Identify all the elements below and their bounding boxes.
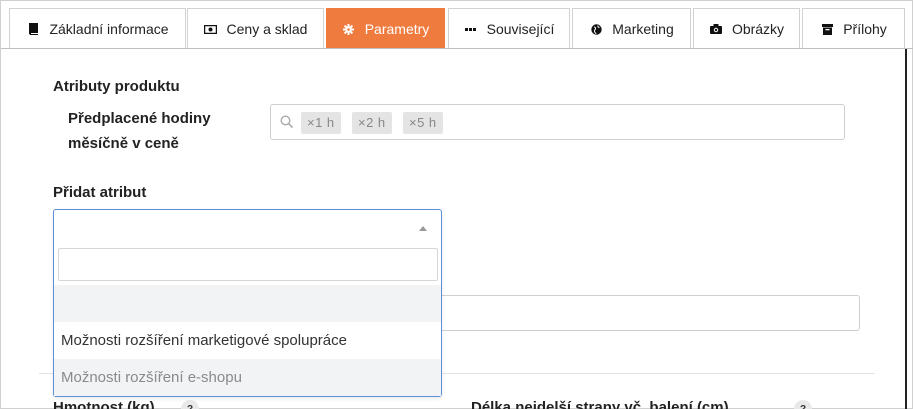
tab-ceny-a-sklad[interactable]: Ceny a sklad bbox=[187, 8, 324, 49]
tab-obrazky[interactable]: Obrázky bbox=[693, 8, 800, 49]
select-option-empty[interactable] bbox=[54, 285, 441, 322]
tab-label: Základní informace bbox=[49, 21, 169, 37]
select-search-input[interactable] bbox=[58, 248, 438, 281]
tab-label: Obrázky bbox=[731, 21, 785, 37]
parameters-panel: Atributy produktu Předplacené hodiny měs… bbox=[1, 49, 907, 409]
select-option-eshop[interactable]: Možnosti rozšíření e-shopu bbox=[54, 359, 441, 396]
tab-label: Ceny a sklad bbox=[226, 21, 308, 37]
tab-zakladni-informace[interactable]: Základní informace bbox=[9, 8, 186, 49]
weight-label: Hmotnost (kg) bbox=[53, 399, 155, 409]
page-frame: Základní informace Ceny a sklad Parametr… bbox=[0, 0, 913, 409]
tab-souvisejici[interactable]: Související bbox=[448, 8, 570, 49]
archive-icon bbox=[820, 22, 834, 36]
tab-parametry[interactable]: Parametry bbox=[326, 8, 445, 49]
attribute-label-hours: Předplacené hodiny měsíčně v ceně bbox=[68, 110, 211, 152]
value-tag[interactable]: ×5 h bbox=[403, 112, 443, 134]
tab-marketing[interactable]: Marketing bbox=[572, 8, 691, 49]
tab-label: Přílohy bbox=[843, 21, 887, 37]
gear-icon bbox=[342, 22, 356, 36]
globe-icon bbox=[589, 22, 603, 36]
longest-side-label: Délka nejdelší strany vč. balení (cm) bbox=[471, 399, 729, 409]
add-attribute-select[interactable]: Možnosti rozšíření marketigové spoluprác… bbox=[53, 209, 442, 397]
tab-prilohy[interactable]: Přílohy bbox=[802, 8, 905, 49]
select-option-marketing[interactable]: Možnosti rozšíření marketigové spoluprác… bbox=[54, 322, 441, 359]
tab-bar: Základní informace Ceny a sklad Parametr… bbox=[1, 1, 913, 49]
tab-label: Parametry bbox=[364, 21, 430, 37]
attribute-values-input[interactable]: ×1 h ×2 h ×5 h bbox=[270, 104, 845, 140]
value-tag[interactable]: ×1 h bbox=[301, 112, 341, 134]
money-icon bbox=[204, 22, 218, 36]
longest-side-help-icon[interactable]: ? bbox=[794, 400, 812, 409]
value-tag[interactable]: ×2 h bbox=[352, 112, 392, 134]
book-icon bbox=[26, 22, 40, 36]
ellipsis-icon bbox=[464, 22, 478, 36]
add-attribute-title: Přidat atribut bbox=[53, 184, 147, 201]
weight-help-icon[interactable]: ? bbox=[181, 400, 199, 409]
search-icon bbox=[280, 115, 294, 129]
tab-label: Související bbox=[486, 21, 555, 37]
attribute-value-field[interactable] bbox=[441, 295, 860, 331]
camera-icon bbox=[709, 22, 723, 36]
attributes-title: Atributy produktu bbox=[53, 78, 180, 95]
chevron-up-icon[interactable] bbox=[419, 226, 427, 231]
tab-label: Marketing bbox=[612, 21, 674, 37]
